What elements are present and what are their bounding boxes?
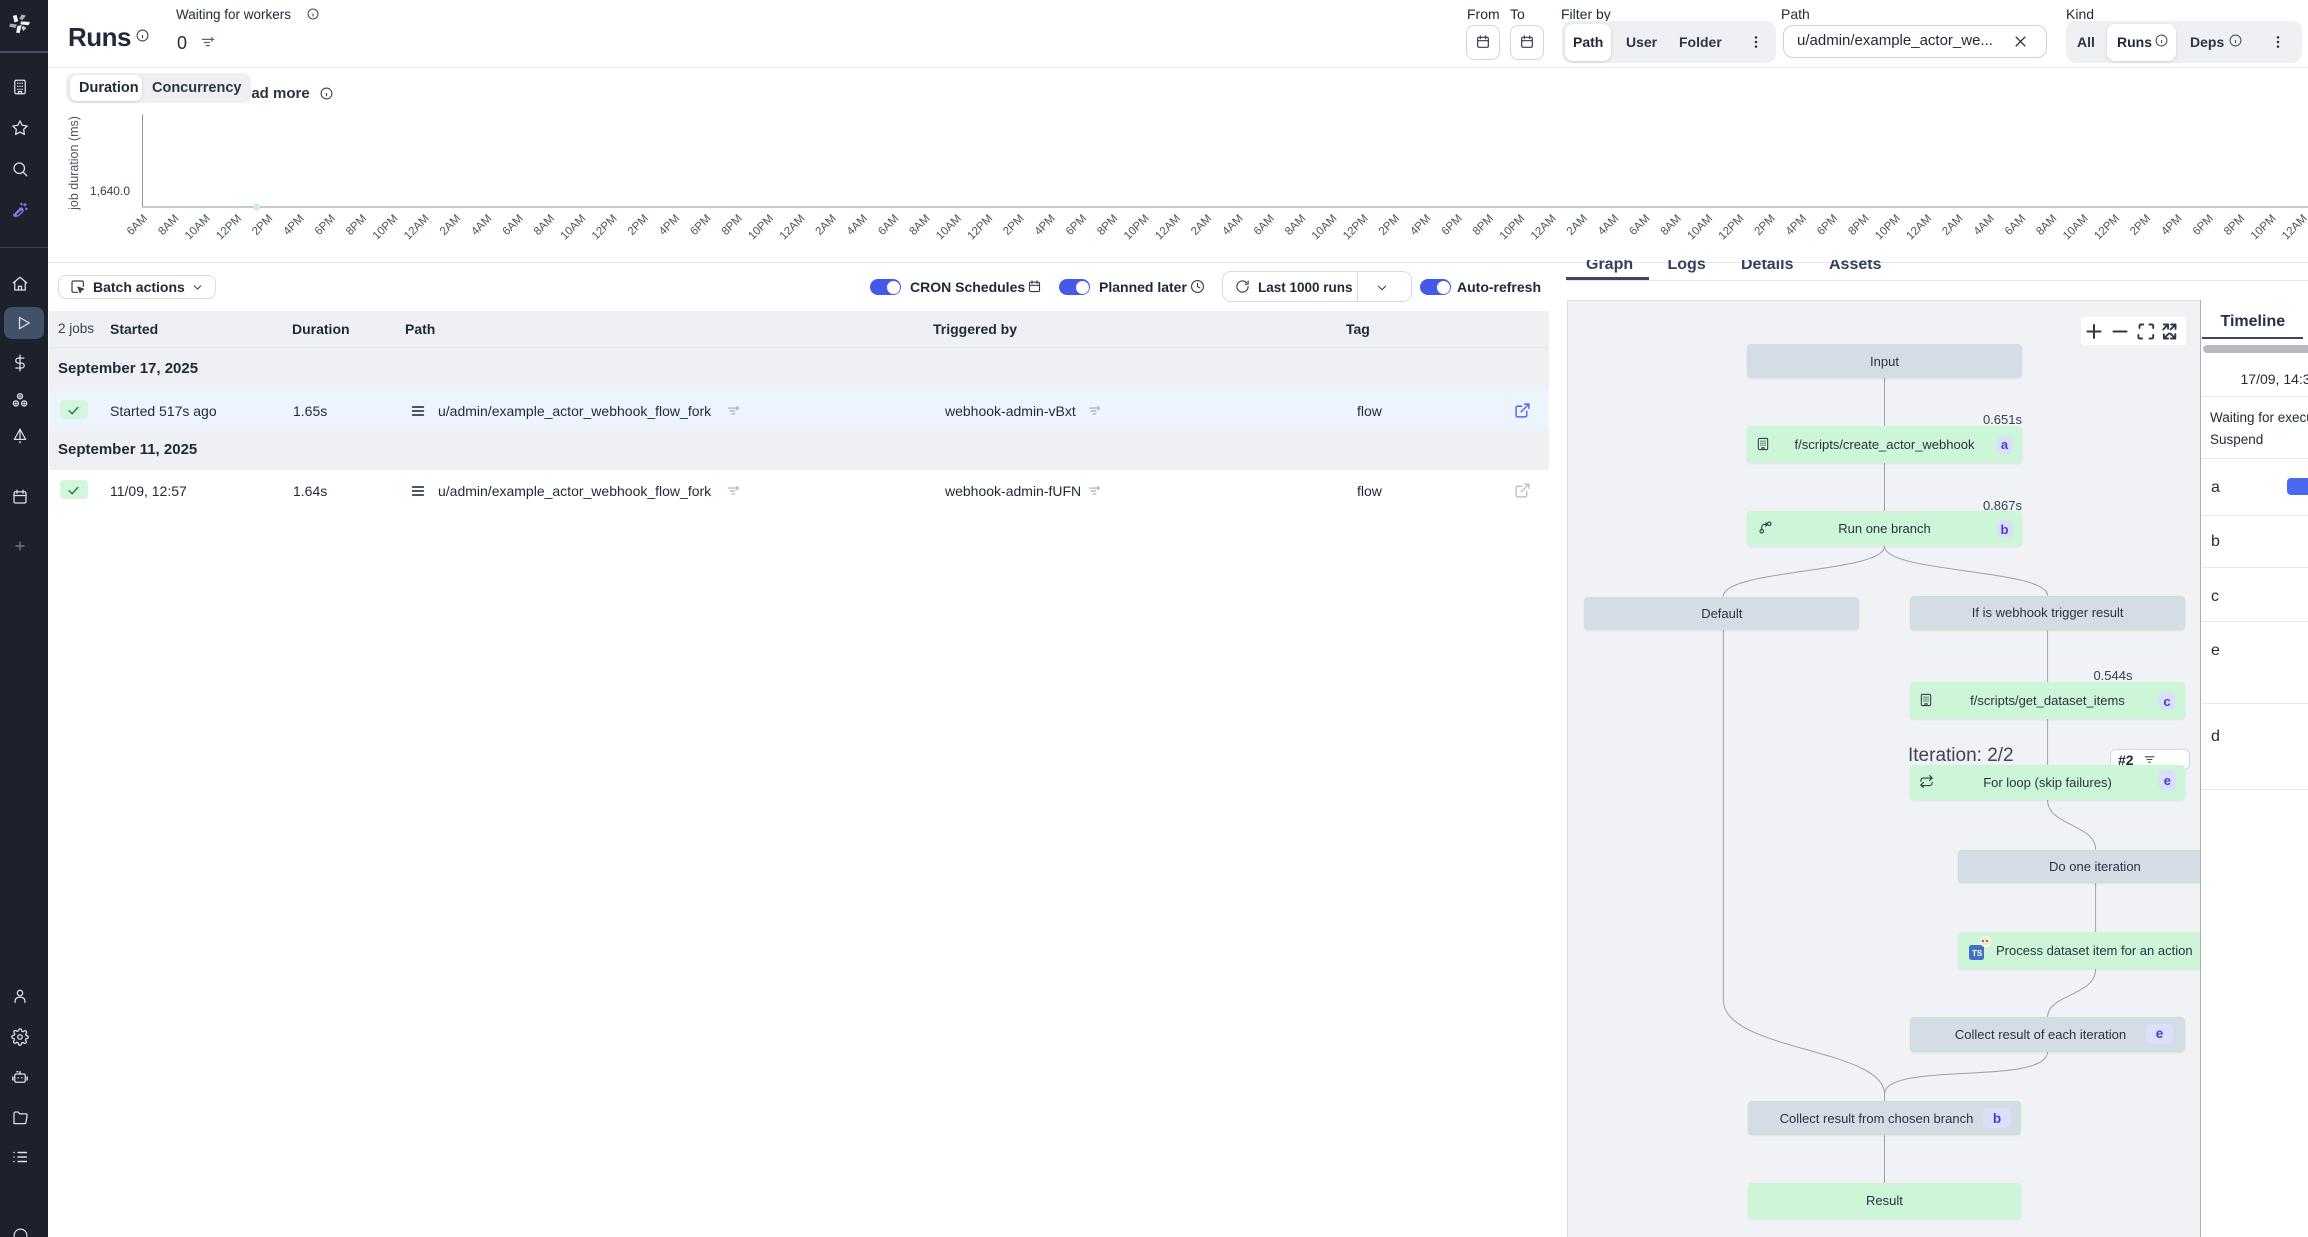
svg-text:10PM: 10PM [371,213,401,243]
svg-text:12PM: 12PM [965,213,995,243]
svg-text:2PM: 2PM [1377,213,1402,238]
svg-text:6AM: 6AM [876,213,901,238]
svg-text:2AM: 2AM [1565,213,1590,238]
svg-text:8AM: 8AM [907,213,932,238]
svg-text:6AM: 6AM [125,213,150,238]
svg-text:8AM: 8AM [2034,213,2059,238]
svg-text:6PM: 6PM [313,213,338,238]
svg-text:12AM: 12AM [2280,213,2308,243]
svg-text:4AM: 4AM [845,213,870,238]
svg-text:8PM: 8PM [1846,213,1871,238]
svg-text:10AM: 10AM [2061,213,2091,243]
svg-text:2PM: 2PM [1001,213,1026,238]
svg-text:2AM: 2AM [1940,213,1965,238]
svg-text:4AM: 4AM [1220,213,1245,238]
svg-text:8AM: 8AM [1283,213,1308,238]
svg-text:2PM: 2PM [626,213,651,238]
svg-text:4AM: 4AM [1972,213,1997,238]
svg-text:2PM: 2PM [2128,213,2153,238]
svg-text:6PM: 6PM [2191,213,2216,238]
svg-text:12AM: 12AM [1153,213,1183,243]
svg-text:8PM: 8PM [2222,213,2247,238]
svg-text:8AM: 8AM [532,213,557,238]
svg-text:8AM: 8AM [156,213,181,238]
svg-text:12PM: 12PM [590,213,620,243]
svg-text:6AM: 6AM [2003,213,2028,238]
svg-text:4PM: 4PM [281,213,306,238]
svg-text:6PM: 6PM [688,213,713,238]
svg-text:10PM: 10PM [746,213,776,243]
svg-text:6AM: 6AM [1627,213,1652,238]
svg-text:2AM: 2AM [814,213,839,238]
svg-text:6AM: 6AM [501,213,526,238]
svg-text:8PM: 8PM [1471,213,1496,238]
svg-text:8AM: 8AM [1659,213,1684,238]
svg-text:6AM: 6AM [1252,213,1277,238]
svg-text:12PM: 12PM [2092,213,2122,243]
svg-text:10PM: 10PM [1122,213,1152,243]
svg-text:4PM: 4PM [2159,213,2184,238]
svg-text:4AM: 4AM [469,213,494,238]
svg-text:4PM: 4PM [657,213,682,238]
svg-text:4PM: 4PM [1784,213,1809,238]
svg-text:2PM: 2PM [250,213,275,238]
svg-text:8PM: 8PM [720,213,745,238]
svg-text:4AM: 4AM [1596,213,1621,238]
svg-text:10AM: 10AM [934,213,964,243]
svg-text:4PM: 4PM [1408,213,1433,238]
svg-text:4PM: 4PM [1033,213,1058,238]
svg-text:8PM: 8PM [1095,213,1120,238]
svg-text:10AM: 10AM [1310,213,1340,243]
svg-text:10PM: 10PM [1498,213,1528,243]
svg-text:8PM: 8PM [344,213,369,238]
svg-text:2PM: 2PM [1753,213,1778,238]
svg-text:1,640.0: 1,640.0 [90,184,130,198]
svg-text:2AM: 2AM [438,213,463,238]
svg-text:10AM: 10AM [559,213,589,243]
svg-text:10PM: 10PM [2249,213,2279,243]
svg-text:12AM: 12AM [402,213,432,243]
svg-text:2AM: 2AM [1189,213,1214,238]
svg-text:10PM: 10PM [1873,213,1903,243]
svg-text:10AM: 10AM [1685,213,1715,243]
svg-text:6PM: 6PM [1815,213,1840,238]
svg-text:6PM: 6PM [1064,213,1089,238]
svg-text:12AM: 12AM [1904,213,1934,243]
svg-text:6PM: 6PM [1440,213,1465,238]
svg-text:job duration (ms): job duration (ms) [67,116,81,211]
svg-text:12PM: 12PM [214,213,244,243]
svg-text:10AM: 10AM [183,213,213,243]
svg-text:12PM: 12PM [1717,213,1747,243]
svg-text:12AM: 12AM [1529,213,1559,243]
svg-text:12PM: 12PM [1341,213,1371,243]
svg-text:12AM: 12AM [778,213,808,243]
